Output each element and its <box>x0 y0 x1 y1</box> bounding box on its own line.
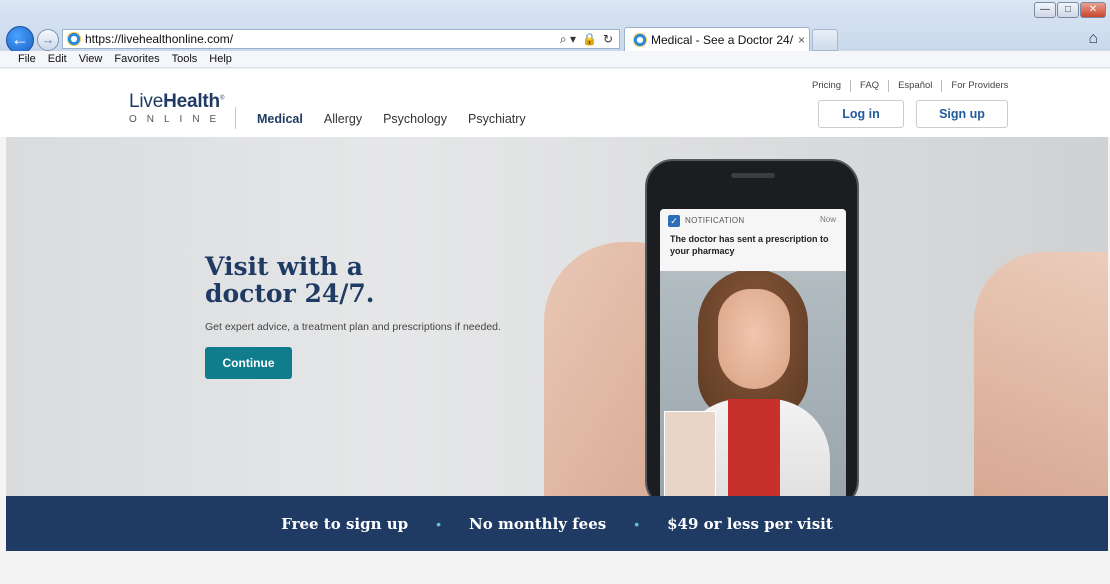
menu-edit[interactable]: Edit <box>48 53 67 65</box>
logo-divider <box>235 107 236 129</box>
maximize-button[interactable]: □ <box>1057 2 1079 18</box>
url-text[interactable]: https://livehealthonline.com/ <box>85 32 560 46</box>
patient-video-thumbnail <box>664 411 716 496</box>
notification-card: ✓ NOTIFICATION Now The doctor has sent a… <box>660 209 846 271</box>
hero-subtitle: Get expert advice, a treatment plan and … <box>205 321 501 333</box>
menu-tools[interactable]: Tools <box>172 53 198 65</box>
phone-image: ✓ NOTIFICATION Now The doctor has sent a… <box>645 159 859 496</box>
util-espanol[interactable]: Español <box>888 80 941 92</box>
window-controls: — □ ✕ <box>1034 2 1106 18</box>
doctor-face <box>718 289 790 389</box>
phone-screen: ✓ NOTIFICATION Now The doctor has sent a… <box>660 209 846 496</box>
logo-live: Live <box>129 91 164 112</box>
menu-help[interactable]: Help <box>209 53 232 65</box>
utility-links: Pricing FAQ Español For Providers <box>812 80 1017 92</box>
value-free-signup: Free to sign up <box>281 514 409 533</box>
logo[interactable]: LiveHealth® ONLINE <box>129 91 226 125</box>
util-pricing[interactable]: Pricing <box>812 80 850 92</box>
back-button[interactable]: ← <box>6 26 34 54</box>
refresh-icon[interactable]: ↻ <box>603 32 613 47</box>
browser-tab[interactable]: Medical - See a Doctor 24/7... × <box>624 27 810 51</box>
main-nav: Medical Allergy Psychology Psychiatry <box>257 112 526 126</box>
new-tab-button[interactable] <box>812 29 838 51</box>
nav-psychology[interactable]: Psychology <box>383 112 447 126</box>
menu-view[interactable]: View <box>79 53 103 65</box>
tab-close-icon[interactable]: × <box>794 33 805 47</box>
nav-psychiatry[interactable]: Psychiatry <box>468 112 526 126</box>
menu-file[interactable]: File <box>18 53 36 65</box>
login-button[interactable]: Log in <box>818 100 904 128</box>
util-faq[interactable]: FAQ <box>850 80 888 92</box>
address-bar[interactable]: https://livehealthonline.com/ ⌕ ▾ 🔒 ↻ <box>62 29 620 49</box>
lock-icon[interactable]: 🔒 <box>582 32 597 47</box>
hand-right-image <box>974 252 1108 496</box>
value-price-per-visit: $49 or less per visit <box>667 514 833 533</box>
value-no-monthly-fees: No monthly fees <box>469 514 607 533</box>
close-window-button[interactable]: ✕ <box>1080 2 1106 18</box>
doctor-shirt <box>728 399 780 496</box>
notification-message: The doctor has sent a prescription to yo… <box>670 234 829 256</box>
signup-button[interactable]: Sign up <box>916 100 1008 128</box>
hero-title-line2: doctor 24/7. <box>205 279 375 308</box>
home-icon[interactable]: ⌂ <box>1088 30 1098 48</box>
hero-banner: ✓ NOTIFICATION Now The doctor has sent a… <box>6 137 1108 496</box>
separator-dot: • <box>634 515 640 532</box>
menu-bar: File Edit View Favorites Tools Help <box>0 51 1110 68</box>
separator-dot: • <box>436 515 442 532</box>
value-strip: Free to sign up • No monthly fees • $49 … <box>6 496 1108 551</box>
hero-title: Visit with a doctor 24/7. <box>205 253 375 307</box>
util-for-providers[interactable]: For Providers <box>941 80 1017 92</box>
tab-title: Medical - See a Doctor 24/7... <box>651 32 794 47</box>
hero-title-line1: Visit with a <box>205 252 363 281</box>
logo-registered: ® <box>219 95 225 102</box>
nav-medical[interactable]: Medical <box>257 112 303 126</box>
notification-label: NOTIFICATION <box>685 216 745 225</box>
logo-wordmark: LiveHealth® <box>129 91 226 113</box>
ie-icon <box>67 32 81 46</box>
notification-time: Now <box>819 215 836 224</box>
site-header: LiveHealth® ONLINE Medical Allergy Psych… <box>0 69 1110 137</box>
phone-speaker <box>731 173 775 178</box>
check-icon: ✓ <box>668 215 680 227</box>
menu-favorites[interactable]: Favorites <box>114 53 159 65</box>
logo-subtitle: ONLINE <box>129 114 227 125</box>
search-dropdown-icon[interactable]: ⌕ ▾ <box>560 32 576 47</box>
address-icons: ⌕ ▾ 🔒 ↻ <box>560 32 619 47</box>
browser-chrome: — □ ✕ ← → https://livehealthonline.com/ … <box>0 0 1110 54</box>
forward-button[interactable]: → <box>37 29 59 51</box>
continue-button[interactable]: Continue <box>205 347 292 379</box>
minimize-button[interactable]: — <box>1034 2 1056 18</box>
tab-favicon-icon <box>633 32 647 47</box>
nav-allergy[interactable]: Allergy <box>324 112 362 126</box>
logo-health: Health <box>163 91 220 112</box>
